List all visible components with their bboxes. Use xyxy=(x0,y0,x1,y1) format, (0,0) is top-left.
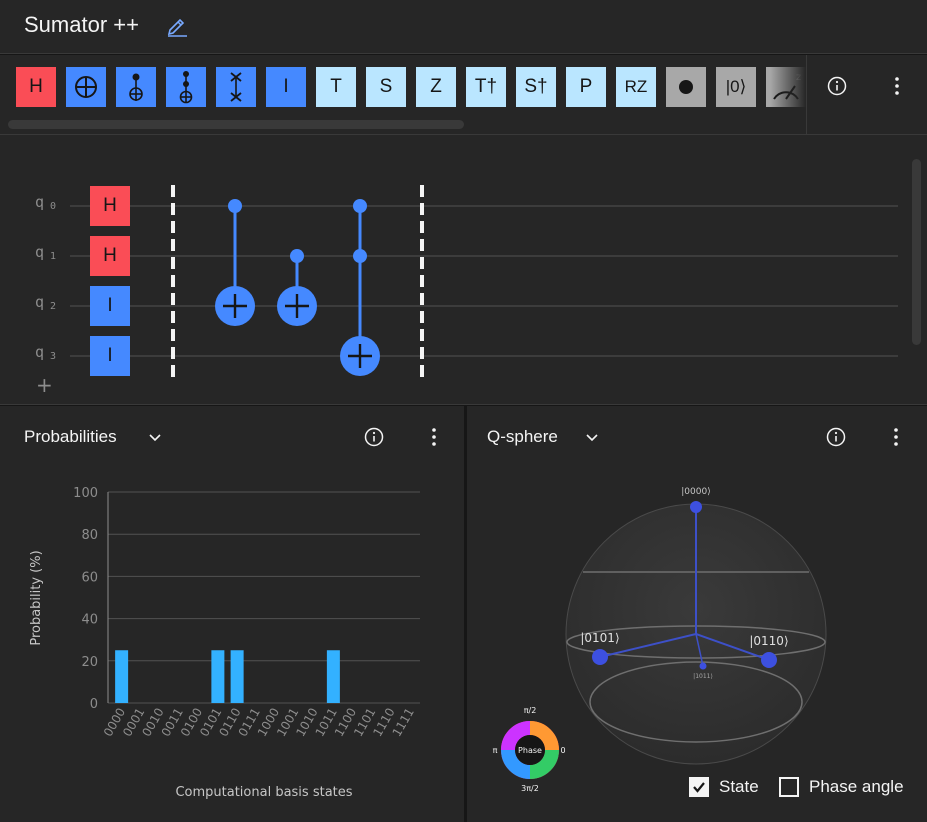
state-label-0000: |0000⟩ xyxy=(681,487,710,497)
barrier-dot-icon xyxy=(679,80,693,94)
circuit-canvas[interactable] xyxy=(0,135,900,405)
x-axis-title: Computational basis states xyxy=(175,785,352,800)
state-label-1011: |1011⟩ xyxy=(693,673,713,680)
state-checkbox-label[interactable]: State xyxy=(719,777,759,797)
phase-wheel: Phase π/2 0 π 3π/2 xyxy=(493,706,566,793)
cnot-gate-button[interactable] xyxy=(66,67,106,107)
toolbar-fade xyxy=(770,55,806,134)
gate-button-14[interactable]: |0⟩ xyxy=(716,67,756,107)
identity-gate-q3[interactable]: I xyxy=(90,336,130,376)
state-checkbox[interactable] xyxy=(689,777,709,797)
bar-0000 xyxy=(115,650,129,703)
edit-icon[interactable] xyxy=(166,15,188,37)
y-tick-label: 60 xyxy=(81,570,98,585)
state-point-1011 xyxy=(699,662,707,670)
toffoli-gate-q0-q1-q3 xyxy=(340,199,380,376)
gate-button-0[interactable]: H xyxy=(16,67,56,107)
gate-button-12[interactable]: RZ xyxy=(616,67,656,107)
controlled-not-gate-button[interactable] xyxy=(116,67,156,107)
cnot-icon xyxy=(75,76,97,98)
swap-icon xyxy=(230,72,242,102)
y-tick-label: 100 xyxy=(73,486,98,501)
gate-button-10[interactable]: S† xyxy=(516,67,556,107)
bar-0110 xyxy=(230,650,244,703)
identity-gate-q2[interactable]: I xyxy=(90,286,130,326)
phase-wheel-bottom-label: 3π/2 xyxy=(521,784,539,793)
state-point-0000 xyxy=(690,501,702,513)
gate-button-9[interactable]: T† xyxy=(466,67,506,107)
circuit-title: Sumator ++ xyxy=(24,12,139,37)
probabilities-panel: Probabilities 0 20 40 60 80 100 0000 0001 0010 00… xyxy=(0,406,464,822)
phase-angle-checkbox[interactable] xyxy=(779,777,799,797)
info-icon[interactable] xyxy=(821,70,853,102)
gate-toolbar: HITSZT†S†PRZ|0⟩z xyxy=(0,55,927,135)
state-point-0101 xyxy=(592,649,608,665)
gate-button-7[interactable]: S xyxy=(366,67,406,107)
toffoli-gate-button[interactable] xyxy=(166,67,206,107)
cnot-gate-q0-q2 xyxy=(215,199,255,326)
overflow-menu-icon[interactable] xyxy=(881,70,913,102)
bar-0101 xyxy=(211,650,225,703)
gate-label: RZ xyxy=(624,77,648,96)
probabilities-chart: 0204060801000000000100100011010001010110… xyxy=(29,486,420,800)
state-point-0110 xyxy=(761,652,777,668)
gate-label: S xyxy=(379,76,393,97)
qsphere-panel: Q-sphere |0000⟩ |0101⟩ |0110⟩ |1011⟩ Pha… xyxy=(467,406,927,822)
swap-gate-button[interactable] xyxy=(216,67,256,107)
toolbar-scrollbar[interactable] xyxy=(8,120,464,129)
toffoli-icon xyxy=(179,71,193,104)
phase-wheel-left-label: π xyxy=(493,746,498,755)
gate-button-6[interactable]: T xyxy=(316,67,356,107)
controlled-not-icon xyxy=(129,73,143,101)
gate-button-11[interactable]: P xyxy=(566,67,606,107)
hadamard-gate-q0[interactable]: H xyxy=(90,186,130,226)
y-tick-label: 40 xyxy=(81,613,98,628)
add-qubit-button[interactable]: + xyxy=(36,375,53,395)
composer-scrollbar[interactable] xyxy=(912,159,921,345)
gate-label: |0⟩ xyxy=(725,77,747,96)
toolbar-actions xyxy=(806,55,927,134)
gate-label: I xyxy=(283,76,289,97)
cnot-gate-q1-q2 xyxy=(277,249,317,326)
barrier-dot-gate-button[interactable] xyxy=(666,67,706,107)
y-tick-label: 0 xyxy=(90,697,98,712)
hadamard-gate-q1[interactable]: H xyxy=(90,236,130,276)
state-label-0101: |0101⟩ xyxy=(580,631,619,645)
gate-label: T† xyxy=(474,76,498,97)
bar-1011 xyxy=(326,650,340,703)
phase-wheel-top-label: π/2 xyxy=(524,706,537,715)
gate-label: T xyxy=(330,76,342,97)
gate-label: S† xyxy=(524,76,548,97)
y-tick-label: 80 xyxy=(81,528,98,543)
checkmark-icon xyxy=(693,782,705,793)
gate-label: H xyxy=(29,76,43,97)
y-tick-label: 20 xyxy=(81,655,98,670)
phase-angle-checkbox-label[interactable]: Phase angle xyxy=(809,777,904,797)
title-bar: Sumator ++ xyxy=(0,0,927,54)
phase-wheel-center-label: Phase xyxy=(518,746,542,755)
qsphere-visualization[interactable]: |0000⟩ |0101⟩ |0110⟩ |1011⟩ Phase π/2 0 … xyxy=(467,406,927,822)
gate-button-8[interactable]: Z xyxy=(416,67,456,107)
circuit-composer: q0 q1 q2 q3 H H I I + xyxy=(0,135,927,405)
gate-label: P xyxy=(579,76,593,97)
phase-wheel-right-label: 0 xyxy=(560,746,565,755)
y-axis-title: Probability (%) xyxy=(29,550,44,645)
gate-label: Z xyxy=(430,76,442,97)
gate-button-5[interactable]: I xyxy=(266,67,306,107)
state-label-0110: |0110⟩ xyxy=(749,634,788,648)
